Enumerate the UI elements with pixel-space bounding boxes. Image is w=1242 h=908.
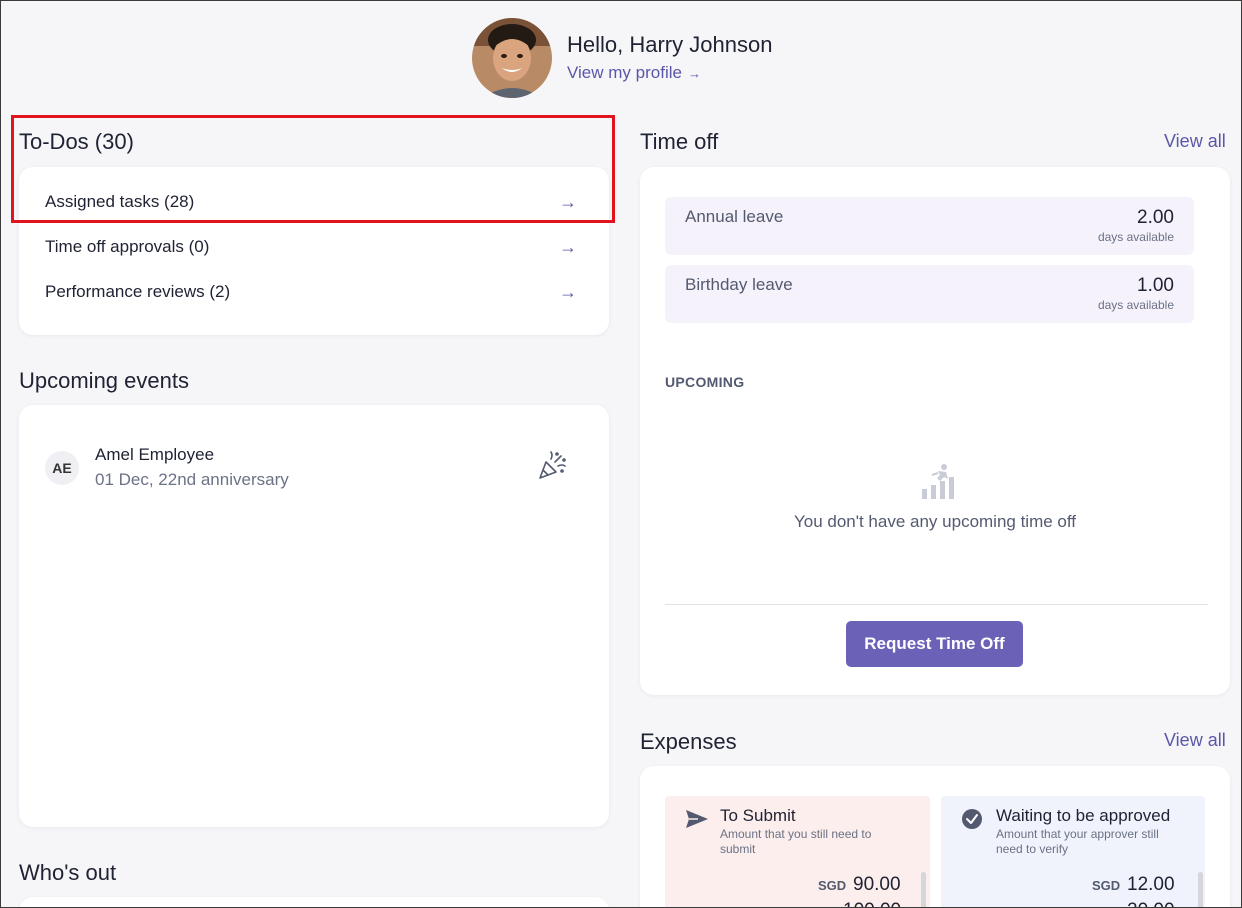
leave-name: Annual leave bbox=[685, 207, 784, 226]
upcoming-events-card: AE Amel Employee 01 Dec, 22nd anniversar… bbox=[19, 405, 609, 827]
view-profile-link[interactable]: View my profile → bbox=[567, 63, 701, 83]
expense-currency: SGD bbox=[1092, 878, 1121, 893]
expense-amount-secondary: 20.00 bbox=[1127, 900, 1175, 907]
upcoming-events-title: Upcoming events bbox=[19, 368, 189, 393]
leave-value: 1.00 bbox=[1137, 275, 1174, 296]
expense-to-submit[interactable]: To Submit Amount that you still need to … bbox=[665, 796, 930, 907]
arrow-right-icon: → bbox=[559, 191, 577, 212]
request-time-off-button[interactable]: Request Time Off bbox=[846, 621, 1023, 667]
expense-amount: 12.00 bbox=[1127, 874, 1175, 895]
todos-card: Assigned tasks (28) → Time off approvals… bbox=[19, 167, 609, 335]
arrow-right-icon: → bbox=[559, 281, 577, 302]
view-profile-label: View my profile bbox=[567, 63, 682, 82]
todo-label: Time off approvals (0) bbox=[45, 237, 210, 256]
leave-name: Birthday leave bbox=[685, 275, 793, 294]
leave-balance-annual[interactable]: Annual leave 2.00 days available bbox=[665, 197, 1194, 255]
event-person-name[interactable]: Amel Employee bbox=[95, 445, 214, 465]
divider bbox=[665, 604, 1208, 605]
todo-assigned-tasks[interactable]: Assigned tasks (28) → bbox=[45, 184, 577, 220]
expense-description: Amount that you still need to submit bbox=[720, 827, 872, 856]
expense-description: Amount that your approver still need to … bbox=[996, 827, 1159, 856]
expense-title: Waiting to be approved bbox=[996, 806, 1171, 825]
scrollbar[interactable] bbox=[1198, 872, 1203, 907]
event-avatar: AE bbox=[45, 451, 79, 485]
upcoming-label: UPCOMING bbox=[665, 374, 745, 390]
leave-unit: days available bbox=[1097, 230, 1174, 244]
expense-currency: SGD bbox=[818, 878, 847, 893]
expenses-card: To Submit Amount that you still need to … bbox=[640, 766, 1230, 907]
leave-value: 2.00 bbox=[1137, 207, 1174, 228]
party-popper-icon[interactable] bbox=[537, 451, 567, 481]
arrow-right-icon: → bbox=[687, 65, 701, 81]
send-icon bbox=[685, 808, 709, 830]
whos-out-title: Who's out bbox=[19, 860, 117, 885]
time-off-title: Time off bbox=[640, 129, 719, 154]
time-off-card: Annual leave 2.00 days available Birthda… bbox=[640, 167, 1230, 695]
no-upcoming-time-off-text: You don't have any upcoming time off bbox=[793, 512, 1077, 531]
expense-amount-secondary: 100.00 bbox=[843, 900, 901, 907]
dashboard: Hello, Harry Johnson View my profile → T… bbox=[0, 0, 1242, 908]
expense-waiting-approval[interactable]: Waiting to be approved Amount that your … bbox=[941, 796, 1205, 907]
todo-label: Assigned tasks (28) bbox=[45, 192, 195, 211]
whos-out-card bbox=[19, 897, 609, 907]
scrollbar[interactable] bbox=[921, 872, 926, 907]
todo-label: Performance reviews (2) bbox=[45, 282, 231, 301]
user-avatar[interactable] bbox=[472, 18, 552, 98]
time-off-view-all-link[interactable]: View all bbox=[1164, 131, 1226, 152]
jumping-person-chart-icon bbox=[918, 463, 958, 503]
event-detail: 01 Dec, 22nd anniversary bbox=[95, 470, 289, 489]
expense-amount: 90.00 bbox=[853, 874, 901, 895]
leave-balance-birthday[interactable]: Birthday leave 1.00 days available bbox=[665, 265, 1194, 323]
todo-time-off-approvals[interactable]: Time off approvals (0) → bbox=[45, 229, 577, 265]
check-circle-icon bbox=[961, 808, 985, 830]
expense-title: To Submit bbox=[720, 806, 796, 825]
expenses-title: Expenses bbox=[640, 729, 737, 754]
todos-title: To-Dos (30) bbox=[19, 129, 134, 154]
greeting-text: Hello, Harry Johnson bbox=[567, 32, 773, 57]
leave-unit: days available bbox=[1097, 298, 1174, 312]
arrow-right-icon: → bbox=[559, 236, 577, 257]
expenses-view-all-link[interactable]: View all bbox=[1164, 730, 1226, 751]
todo-performance-reviews[interactable]: Performance reviews (2) → bbox=[45, 274, 577, 310]
